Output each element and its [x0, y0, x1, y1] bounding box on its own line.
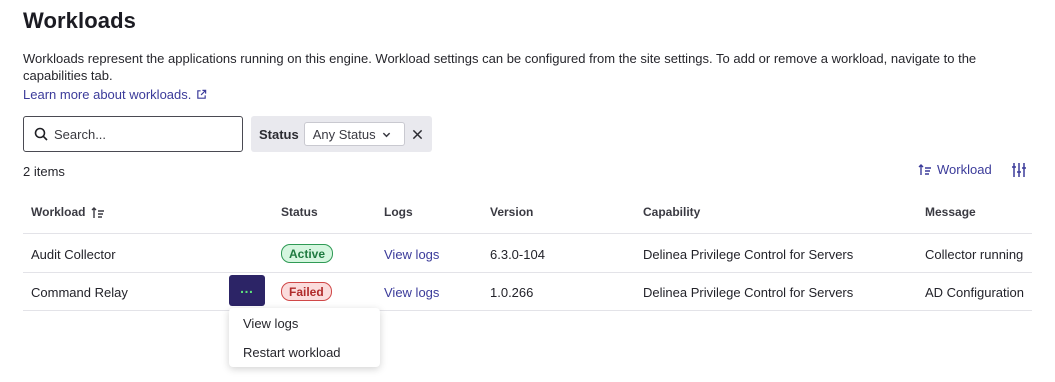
version-value: 1.0.266 — [490, 285, 534, 300]
sort-ascending-icon — [91, 206, 105, 218]
view-logs-link[interactable]: View logs — [384, 285, 439, 300]
column-header-version[interactable]: Version — [490, 205, 533, 219]
table-divider — [23, 310, 1032, 311]
column-header-status-label: Status — [281, 205, 318, 219]
table-divider — [23, 272, 1032, 273]
column-header-message-label: Message — [925, 205, 976, 219]
column-header-capability-label: Capability — [643, 205, 701, 219]
status-filter-chip: Status Any Status — [251, 116, 432, 152]
status-badge: Active — [281, 244, 334, 263]
learn-more-label: Learn more about workloads. — [23, 87, 192, 102]
capability-value: Delinea Privilege Control for Servers — [643, 285, 854, 300]
column-header-version-label: Version — [490, 205, 534, 219]
search-icon — [34, 127, 48, 141]
search-input[interactable] — [54, 126, 224, 142]
column-header-workload-label: Workload — [31, 205, 86, 219]
column-header-logs[interactable]: Logs — [384, 205, 413, 219]
more-actions-icon: … — [239, 279, 255, 296]
page-description: Workloads represent the applications run… — [23, 51, 977, 83]
column-header-workload[interactable]: Workload — [31, 205, 105, 219]
row-actions-button[interactable]: … — [229, 275, 265, 306]
external-link-icon — [197, 89, 207, 99]
status-badge: Failed — [281, 282, 332, 301]
view-logs-link[interactable]: View logs — [384, 247, 439, 262]
column-header-capability[interactable]: Capability — [643, 205, 700, 219]
close-icon — [413, 129, 423, 139]
menu-item-view-logs[interactable]: View logs — [243, 316, 298, 331]
column-header-message[interactable]: Message — [925, 205, 976, 219]
message-value: Collector running — [925, 247, 1024, 262]
clear-filter-button[interactable] — [412, 128, 424, 140]
table-divider — [23, 233, 1032, 234]
chevron-down-icon — [382, 132, 390, 137]
page-title: Workloads — [23, 8, 136, 33]
menu-item-restart-workload[interactable]: Restart workload — [243, 345, 341, 360]
workload-name: Command Relay — [31, 285, 128, 300]
workload-name: Audit Collector — [31, 247, 116, 262]
column-header-status[interactable]: Status — [281, 205, 318, 219]
version-value: 6.3.0-104 — [490, 247, 545, 262]
status-filter-label: Status — [259, 126, 299, 142]
row-actions-menu: View logs Restart workload — [229, 308, 380, 367]
status-filter-dropdown[interactable]: Any Status — [303, 122, 405, 146]
status-filter-value: Any Status — [312, 126, 376, 142]
item-count: 2 items — [23, 164, 65, 179]
search-box[interactable] — [23, 116, 243, 152]
sort-ascending-icon — [918, 163, 931, 175]
column-header-logs-label: Logs — [384, 205, 413, 219]
message-value: AD Configuration — [925, 285, 1024, 300]
sort-control-label: Workload — [937, 162, 992, 177]
column-settings-icon[interactable] — [1010, 161, 1028, 179]
capability-value: Delinea Privilege Control for Servers — [643, 247, 854, 262]
sort-control[interactable]: Workload — [918, 162, 992, 177]
learn-more-link[interactable]: Learn more about workloads. — [23, 87, 207, 102]
